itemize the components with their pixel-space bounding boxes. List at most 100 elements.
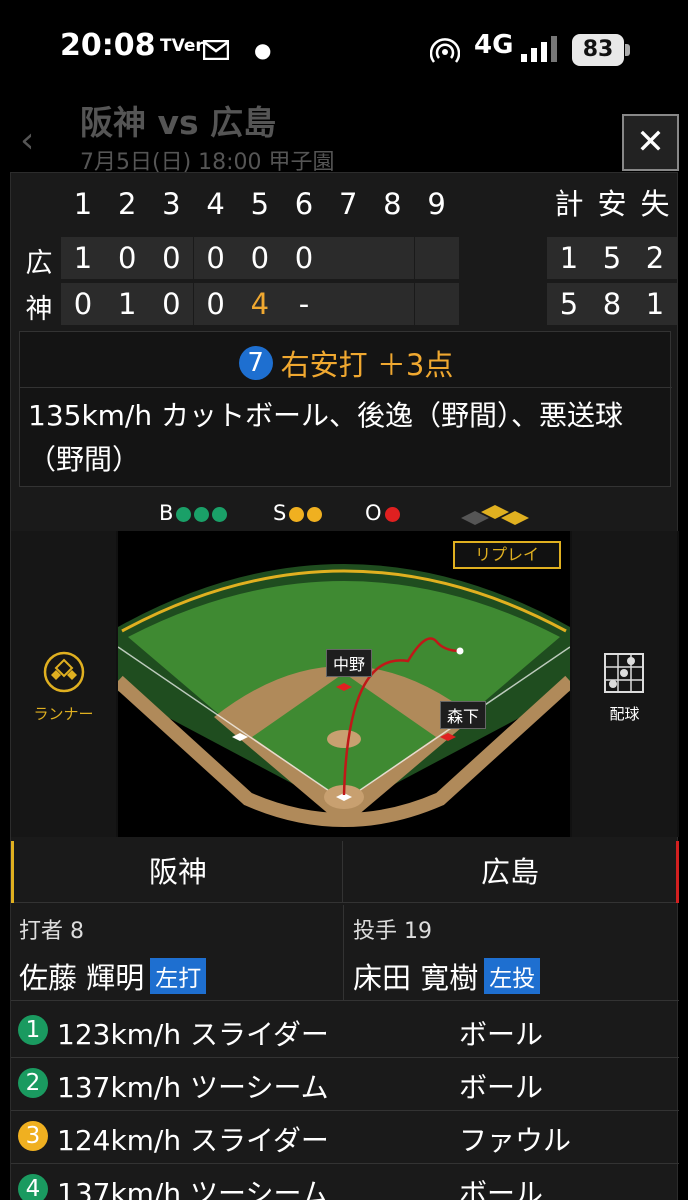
inning-score <box>414 283 459 325</box>
batter-name-row: 佐藤 輝明 左打 <box>19 955 207 997</box>
field-diagram <box>118 564 570 827</box>
runner-label: ランナー <box>33 705 94 723</box>
back-chevron-icon[interactable]: ‹ <box>20 120 34 161</box>
total-value: 2 <box>633 237 677 279</box>
totals-header: 安 <box>597 187 627 221</box>
pitch-description: 123km/h スライダー <box>57 1018 329 1051</box>
inning-score: 0 <box>61 283 105 325</box>
count-dot <box>194 506 210 522</box>
batter-info: 打者 8 佐藤 輝明 左打 <box>11 905 344 1001</box>
total-value: 1 <box>547 237 591 279</box>
inning-header: 5 <box>250 187 270 221</box>
pitch-result: ボール <box>459 1177 544 1200</box>
battery-level: 83 <box>572 34 624 66</box>
ball-dots <box>173 501 228 525</box>
base-runner-indicator-icon <box>461 505 529 525</box>
inning-header: 3 <box>162 187 181 221</box>
total-value: 5 <box>590 237 634 279</box>
count-dot <box>212 506 228 522</box>
scoreboard: 123456789計安失広100000152神01004-581 <box>11 183 679 333</box>
close-button[interactable]: ✕ <box>622 114 679 171</box>
inning-header: 1 <box>73 187 93 221</box>
inning-score <box>370 237 415 279</box>
pitch-row[interactable]: 1 123km/h スライダー ボール <box>11 1005 679 1058</box>
strike-count: S <box>273 501 323 531</box>
inning-score <box>414 237 459 279</box>
inning-score: 1 <box>105 283 150 325</box>
team-tabs: 阪神 広島 <box>11 841 679 903</box>
pitch-description: 137km/h ツーシーム <box>57 1177 329 1200</box>
pitcher-hand-badge: 左投 <box>484 958 541 994</box>
inning-header: 7 <box>338 187 358 221</box>
inning-score: 0 <box>193 237 238 279</box>
out-count: O <box>365 501 400 531</box>
runner-button[interactable]: ランナー <box>11 531 116 837</box>
fielder-label: 森下 <box>440 701 487 729</box>
count-dot <box>384 506 400 522</box>
inning-score: 0 <box>149 283 194 325</box>
tab-home-team[interactable]: 阪神 <box>11 841 343 903</box>
inning-score: 0 <box>237 237 282 279</box>
strike-count-label: S <box>273 501 287 525</box>
fielder-label: 中野 <box>326 649 373 677</box>
replay-button[interactable]: リプレイ <box>453 541 561 569</box>
battery-icon: 83 <box>572 34 630 66</box>
status-bar: 20:08 TVer ● 4G 83 <box>0 0 688 100</box>
batter-role: 打者 8 <box>19 919 84 944</box>
pitch-number-badge: 1 <box>18 1015 48 1045</box>
count-dot <box>176 506 192 522</box>
inning-score: 0 <box>193 283 238 325</box>
inning-score: 0 <box>149 237 194 279</box>
play-description: 135km/h カットボール、後逸（野間）、悪送球（野間） <box>28 399 624 476</box>
pitch-description: 137km/h ツーシーム <box>57 1071 329 1104</box>
total-value: 1 <box>633 283 677 325</box>
ball-count: B <box>159 501 228 531</box>
runner-diamond-icon <box>43 651 85 693</box>
inning-score: 0 <box>282 237 326 279</box>
count-dot <box>289 506 305 522</box>
totals-header: 失 <box>640 187 670 221</box>
pitch-result: ファウル <box>459 1124 572 1157</box>
pitch-chart-button[interactable]: 配球 <box>572 531 677 837</box>
inning-score: 4 <box>237 283 282 325</box>
play-detail-panel: 123456789計安失広100000152神01004-581 7 右安打 ＋3… <box>10 172 679 1200</box>
pitch-number-badge: 3 <box>18 1121 48 1151</box>
strike-dots <box>286 501 323 525</box>
pitch-row[interactable]: 2 137km/h ツーシーム ボール <box>11 1058 679 1111</box>
baseball-field: リプレイ 中野 森下 <box>118 531 570 837</box>
pitch-list: 1 123km/h スライダー ボール 2 137km/h ツーシーム ボール 3 124km… <box>11 1005 679 1200</box>
game-title: 阪神 vs 広島 <box>80 103 277 142</box>
notification-dot-icon: ● <box>254 38 272 62</box>
play-title: 7 右安打 ＋3点 <box>20 332 672 388</box>
pitch-row[interactable]: 4 137km/h ツーシーム ボール <box>11 1164 679 1200</box>
totals-header: 計 <box>554 187 584 221</box>
network-type: 4G <box>474 30 514 60</box>
status-time: 20:08 <box>60 28 156 63</box>
total-value: 8 <box>590 283 634 325</box>
inning-score: 0 <box>105 237 150 279</box>
pitch-row[interactable]: 3 124km/h スライダー ファウル <box>11 1111 679 1164</box>
inning-score: - <box>282 283 326 325</box>
pitch-grid-icon <box>604 653 644 693</box>
signal-icon <box>521 36 557 62</box>
play-result-text: 右安打 ＋3点 <box>280 348 454 382</box>
pitch-number-badge: 2 <box>18 1068 48 1098</box>
pitch-result: ボール <box>459 1071 544 1104</box>
inning-score: 1 <box>61 237 105 279</box>
count-dot <box>307 506 323 522</box>
inning-score <box>370 283 415 325</box>
batter-name: 佐藤 輝明 <box>19 961 145 995</box>
total-value: 5 <box>547 283 591 325</box>
inning-header: 8 <box>383 187 402 221</box>
ball-count-label: B <box>159 501 174 525</box>
team-abbrev: 神 <box>25 294 53 325</box>
out-count-label: O <box>365 501 382 525</box>
inning-header: 2 <box>117 187 137 221</box>
play-result: 7 右安打 ＋3点 135km/h カットボール、後逸（野間）、悪送球（野間） <box>19 331 672 487</box>
pitcher-name: 床田 寛樹 <box>353 961 479 995</box>
tab-visitor-team[interactable]: 広島 <box>344 841 679 903</box>
team-abbrev: 広 <box>25 248 53 279</box>
inning-score <box>326 283 371 325</box>
pitcher-role: 投手 19 <box>353 919 432 944</box>
mail-icon <box>203 40 229 60</box>
